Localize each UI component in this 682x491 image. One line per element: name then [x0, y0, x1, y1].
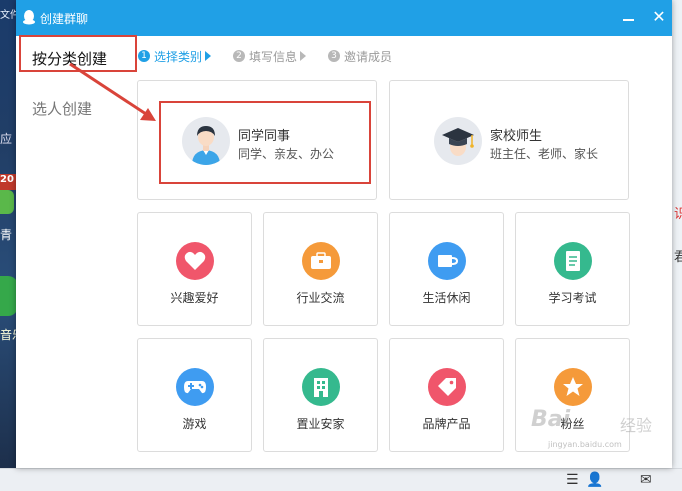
- card-label: 行业交流: [296, 291, 345, 305]
- step-number: 1: [138, 50, 150, 62]
- category-card-games[interactable]: 游戏: [137, 338, 252, 452]
- tray-add-contact-icon[interactable]: 👤: [586, 472, 603, 488]
- step-invite-members: 3 邀请成员: [328, 48, 392, 65]
- step-arrow-icon: [300, 51, 307, 61]
- briefcase-icon: [302, 242, 340, 280]
- desktop-taskbar: [0, 468, 682, 491]
- create-group-window: 创建群聊 ✕ 按分类创建 选人创建 1 选择类别 2 填写信息 3 邀请成员 同…: [16, 0, 672, 468]
- highlight-box-sidebar: [19, 35, 137, 72]
- desktop-app-icon[interactable]: [0, 190, 14, 214]
- card-title: 家校师生: [490, 129, 543, 144]
- category-card-industry[interactable]: 行业交流: [263, 212, 378, 326]
- category-card-housing[interactable]: 置业安家: [263, 338, 378, 452]
- desktop-text-sliver: 青: [0, 228, 13, 242]
- watermark-suffix: 经验: [620, 416, 653, 435]
- step-label: 填写信息: [249, 49, 298, 64]
- background-text-sliver: 君: [674, 250, 682, 265]
- step-fill-info: 2 填写信息: [233, 48, 307, 65]
- tray-mail-icon[interactable]: ✉: [640, 472, 652, 488]
- step-number: 3: [328, 50, 341, 62]
- building-icon: [302, 368, 340, 406]
- notebook-icon: [554, 242, 592, 280]
- step-arrow-icon: [205, 51, 212, 61]
- card-label: 生活休闲: [422, 291, 471, 305]
- close-button[interactable]: ✕: [648, 6, 670, 28]
- step-label: 选择类别: [154, 49, 203, 64]
- tray-menu-icon[interactable]: ☰: [566, 472, 579, 488]
- card-subtitle: 班主任、老师、家长: [490, 147, 599, 161]
- category-card-study[interactable]: 学习考试: [515, 212, 630, 326]
- step-indicator: 1 选择类别 2 填写信息 3 邀请成员: [138, 47, 414, 65]
- card-label: 兴趣爱好: [170, 291, 219, 305]
- window-title: 创建群聊: [40, 12, 89, 26]
- card-label: 学习考试: [548, 291, 597, 305]
- step-select-category: 1 选择类别: [138, 48, 212, 65]
- penguin-logo-icon: [23, 10, 35, 25]
- watermark-logo: Bai: [531, 407, 571, 432]
- category-card-leisure[interactable]: 生活休闲: [389, 212, 504, 326]
- highlight-box-card: [159, 101, 371, 184]
- step-label: 邀请成员: [344, 49, 393, 64]
- gamepad-icon: [176, 368, 214, 406]
- watermark-url: jingyan.baidu.com: [548, 440, 622, 449]
- category-card-school[interactable]: 家校师生 班主任、老师、家长: [389, 80, 629, 200]
- sidebar-item-by-people[interactable]: 选人创建: [32, 98, 92, 119]
- star-icon: [554, 368, 592, 406]
- card-label: 游戏: [182, 417, 207, 431]
- category-card-brands[interactable]: 品牌产品: [389, 338, 504, 452]
- card-label: 品牌产品: [422, 417, 471, 431]
- coffee-cup-icon: [428, 242, 466, 280]
- minimize-button[interactable]: [618, 6, 640, 28]
- price-tag-icon: [428, 368, 466, 406]
- desktop-text-sliver: 音乐: [0, 328, 16, 342]
- category-card-fans[interactable]: 粉丝: [515, 338, 630, 452]
- category-card-hobbies[interactable]: 兴趣爱好: [137, 212, 252, 326]
- desktop-text-sliver: 应: [0, 132, 13, 146]
- step-number: 2: [233, 50, 246, 62]
- background-text-sliver: 识: [674, 207, 682, 222]
- card-label: 置业安家: [296, 417, 345, 431]
- graduation-cap-icon: [434, 117, 482, 165]
- heart-icon: [176, 242, 214, 280]
- titlebar: 创建群聊 ✕: [16, 0, 672, 36]
